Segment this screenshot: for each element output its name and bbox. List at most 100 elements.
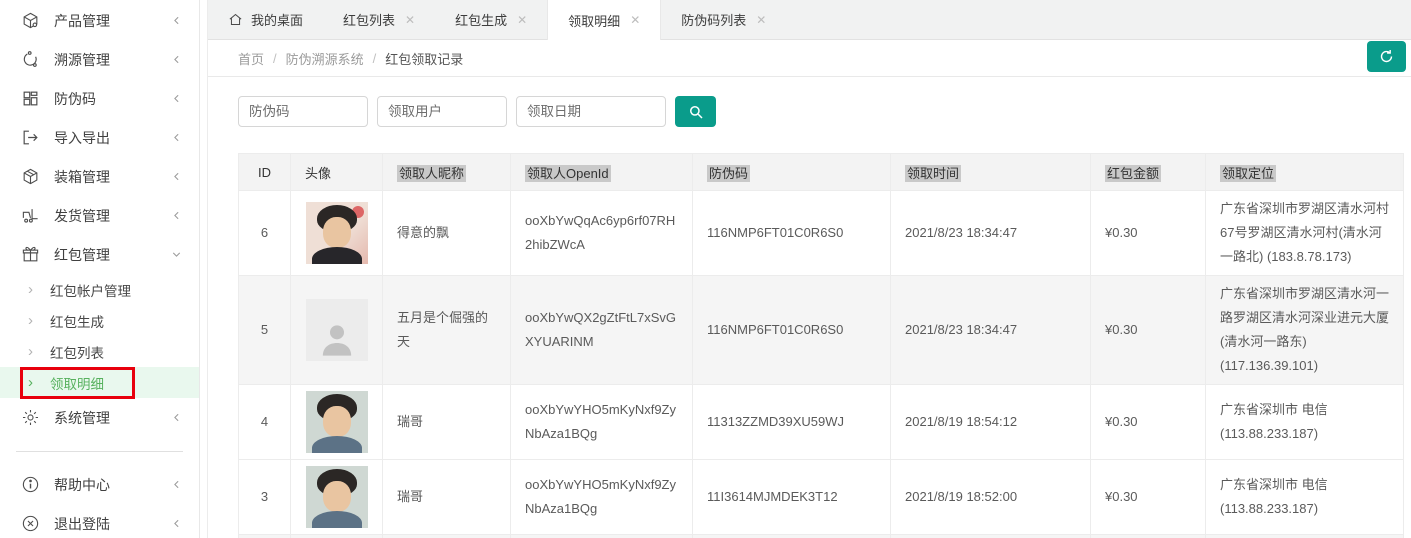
sidebar-item-packing[interactable]: 装箱管理 (0, 157, 199, 196)
sidebar-item-label: 导入导出 (54, 128, 110, 148)
col-header-code: 防伪码 (693, 154, 891, 191)
tab-red-packet-list[interactable]: 红包列表 (323, 0, 435, 39)
breadcrumb-system[interactable]: 防伪溯源系统 (286, 49, 364, 68)
cell-id: 4 (239, 385, 291, 460)
user-filter-input[interactable] (377, 96, 507, 127)
product-box-icon (21, 11, 40, 30)
chevron-left-icon (170, 478, 183, 491)
table-row: 3 瑞哥 ooXbYwYHO5mKyNxf9ZyNbAza1BQg 11I361… (239, 460, 1404, 535)
sidebar-item-shipping[interactable]: 发货管理 (0, 196, 199, 235)
sidebar-item-red-packet[interactable]: 红包管理 (0, 235, 199, 274)
cell-id: 3 (239, 460, 291, 535)
search-icon (687, 103, 705, 121)
cell-avatar (291, 191, 383, 276)
cell-code: 11313ZZMD39XU59WJ (693, 385, 891, 460)
sidebar-subitem-red-packet-accounts[interactable]: 红包帐户管理 (0, 274, 199, 305)
sidebar-item-label: 产品管理 (54, 11, 110, 31)
cell-avatar (291, 276, 383, 385)
cell-nickname: 五月是个倔强的天 (383, 276, 511, 385)
sidebar-subitem-red-packet-list[interactable]: 红包列表 (0, 336, 199, 367)
tab-label: 红包列表 (343, 10, 395, 29)
tab-label: 我的桌面 (251, 10, 303, 29)
cell-avatar (291, 460, 383, 535)
cell-time: 2021/8/19 18:52:00 (891, 460, 1091, 535)
date-filter-input[interactable] (516, 96, 666, 127)
breadcrumb-home[interactable]: 首页 (238, 49, 264, 68)
col-header-avatar: 头像 (291, 154, 383, 191)
default-avatar (306, 299, 368, 361)
close-icon[interactable] (756, 13, 766, 27)
chevron-left-icon (170, 53, 183, 66)
col-header-nickname: 领取人昵称 (383, 154, 511, 191)
cell-openid: ooXbYwYHO5mKyNxf9ZyNbAza1BQg (511, 385, 693, 460)
submenu-arrow-icon (28, 282, 37, 297)
tab-code-list[interactable]: 防伪码列表 (661, 0, 786, 39)
code-filter-input[interactable] (238, 96, 368, 127)
cell-amount (1091, 535, 1206, 538)
cell-code: 11I3614MJMDEK3T12 (693, 460, 891, 535)
cell-nickname (383, 535, 511, 538)
cell-nickname: 得意的飘 (383, 191, 511, 276)
tab-red-packet-generate[interactable]: 红包生成 (435, 0, 547, 39)
cell-location: 广东省深圳市罗湖区清水河一路罗湖区清水河深业进元大厦(清水河一路东) (117.… (1206, 276, 1404, 385)
table-row: 4 瑞哥 ooXbYwYHO5mKyNxf9ZyNbAza1BQg 11313Z… (239, 385, 1404, 460)
cell-location: 广东省深圳市罗湖区清水河一 (1206, 535, 1404, 538)
import-export-icon (21, 128, 40, 147)
cell-openid: ooXbYwYHO5mKyNxf9ZyNbAza1BQg (511, 460, 693, 535)
sidebar: 产品管理 溯源管理 防伪码 导入导出 (0, 0, 200, 538)
sidebar-subitem-label: 领取明细 (50, 373, 104, 393)
sidebar-subitem-claim-details[interactable]: 领取明细 (0, 367, 199, 398)
submenu-arrow-icon (28, 344, 37, 359)
logout-icon (21, 514, 40, 533)
breadcrumb: 首页 / 防伪溯源系统 / 红包领取记录 (208, 40, 1411, 77)
sidebar-item-label: 系统管理 (54, 408, 110, 428)
chevron-left-icon (170, 209, 183, 222)
help-info-icon (21, 475, 40, 494)
cell-code: 116NMP6FT01C0R6S0 (693, 276, 891, 385)
col-header-amount: 红包金额 (1091, 154, 1206, 191)
breadcrumb-separator: / (373, 51, 377, 66)
sidebar-subitem-red-packet-generate[interactable]: 红包生成 (0, 305, 199, 336)
close-icon[interactable] (517, 13, 527, 27)
cell-id (239, 535, 291, 538)
red-packet-gift-icon (21, 245, 40, 264)
cell-id: 5 (239, 276, 291, 385)
submenu-arrow-icon (28, 313, 37, 328)
chevron-left-icon (170, 14, 183, 27)
cell-nickname: 瑞哥 (383, 385, 511, 460)
chevron-left-icon (170, 170, 183, 183)
sidebar-item-import-export[interactable]: 导入导出 (0, 118, 199, 157)
cell-id: 6 (239, 191, 291, 276)
search-button[interactable] (675, 96, 716, 127)
sidebar-subitem-label: 红包帐户管理 (50, 280, 131, 300)
col-header-openid: 领取人OpenId (511, 154, 693, 191)
cell-time (891, 535, 1091, 538)
cell-amount: ¥0.30 (1091, 191, 1206, 276)
avatar (306, 391, 368, 453)
sidebar-divider (16, 451, 183, 452)
anticounterfeit-code-icon (21, 89, 40, 108)
sidebar-item-logout[interactable]: 退出登陆 (0, 504, 199, 538)
close-icon[interactable] (405, 13, 415, 27)
table-row: 广东省深圳市罗湖区清水河一 (239, 535, 1404, 538)
sidebar-item-label: 退出登陆 (54, 514, 110, 534)
sidebar-item-label: 防伪码 (54, 89, 96, 109)
chevron-left-icon (170, 92, 183, 105)
sidebar-item-label: 装箱管理 (54, 167, 110, 187)
close-icon[interactable] (630, 13, 640, 27)
refresh-icon (1378, 48, 1395, 65)
sidebar-item-trace[interactable]: 溯源管理 (0, 40, 199, 79)
tab-claim-details[interactable]: 领取明细 (547, 0, 661, 40)
claim-records-table: ID 头像 领取人昵称 领取人OpenId 防伪码 领取时间 红包金额 领取定位… (238, 153, 1404, 538)
cell-amount: ¥0.30 (1091, 460, 1206, 535)
refresh-button[interactable] (1367, 41, 1406, 72)
sidebar-item-code[interactable]: 防伪码 (0, 79, 199, 118)
sidebar-item-product[interactable]: 产品管理 (0, 1, 199, 40)
sidebar-item-system[interactable]: 系统管理 (0, 398, 199, 437)
sidebar-item-help[interactable]: 帮助中心 (0, 465, 199, 504)
sidebar-item-label: 帮助中心 (54, 475, 110, 495)
cell-openid: ooXbYwQqAc6yp6rf07RH2hibZWcA (511, 191, 693, 276)
chevron-left-icon (170, 517, 183, 530)
cell-amount: ¥0.30 (1091, 385, 1206, 460)
tab-my-desktop[interactable]: 我的桌面 (208, 0, 323, 39)
